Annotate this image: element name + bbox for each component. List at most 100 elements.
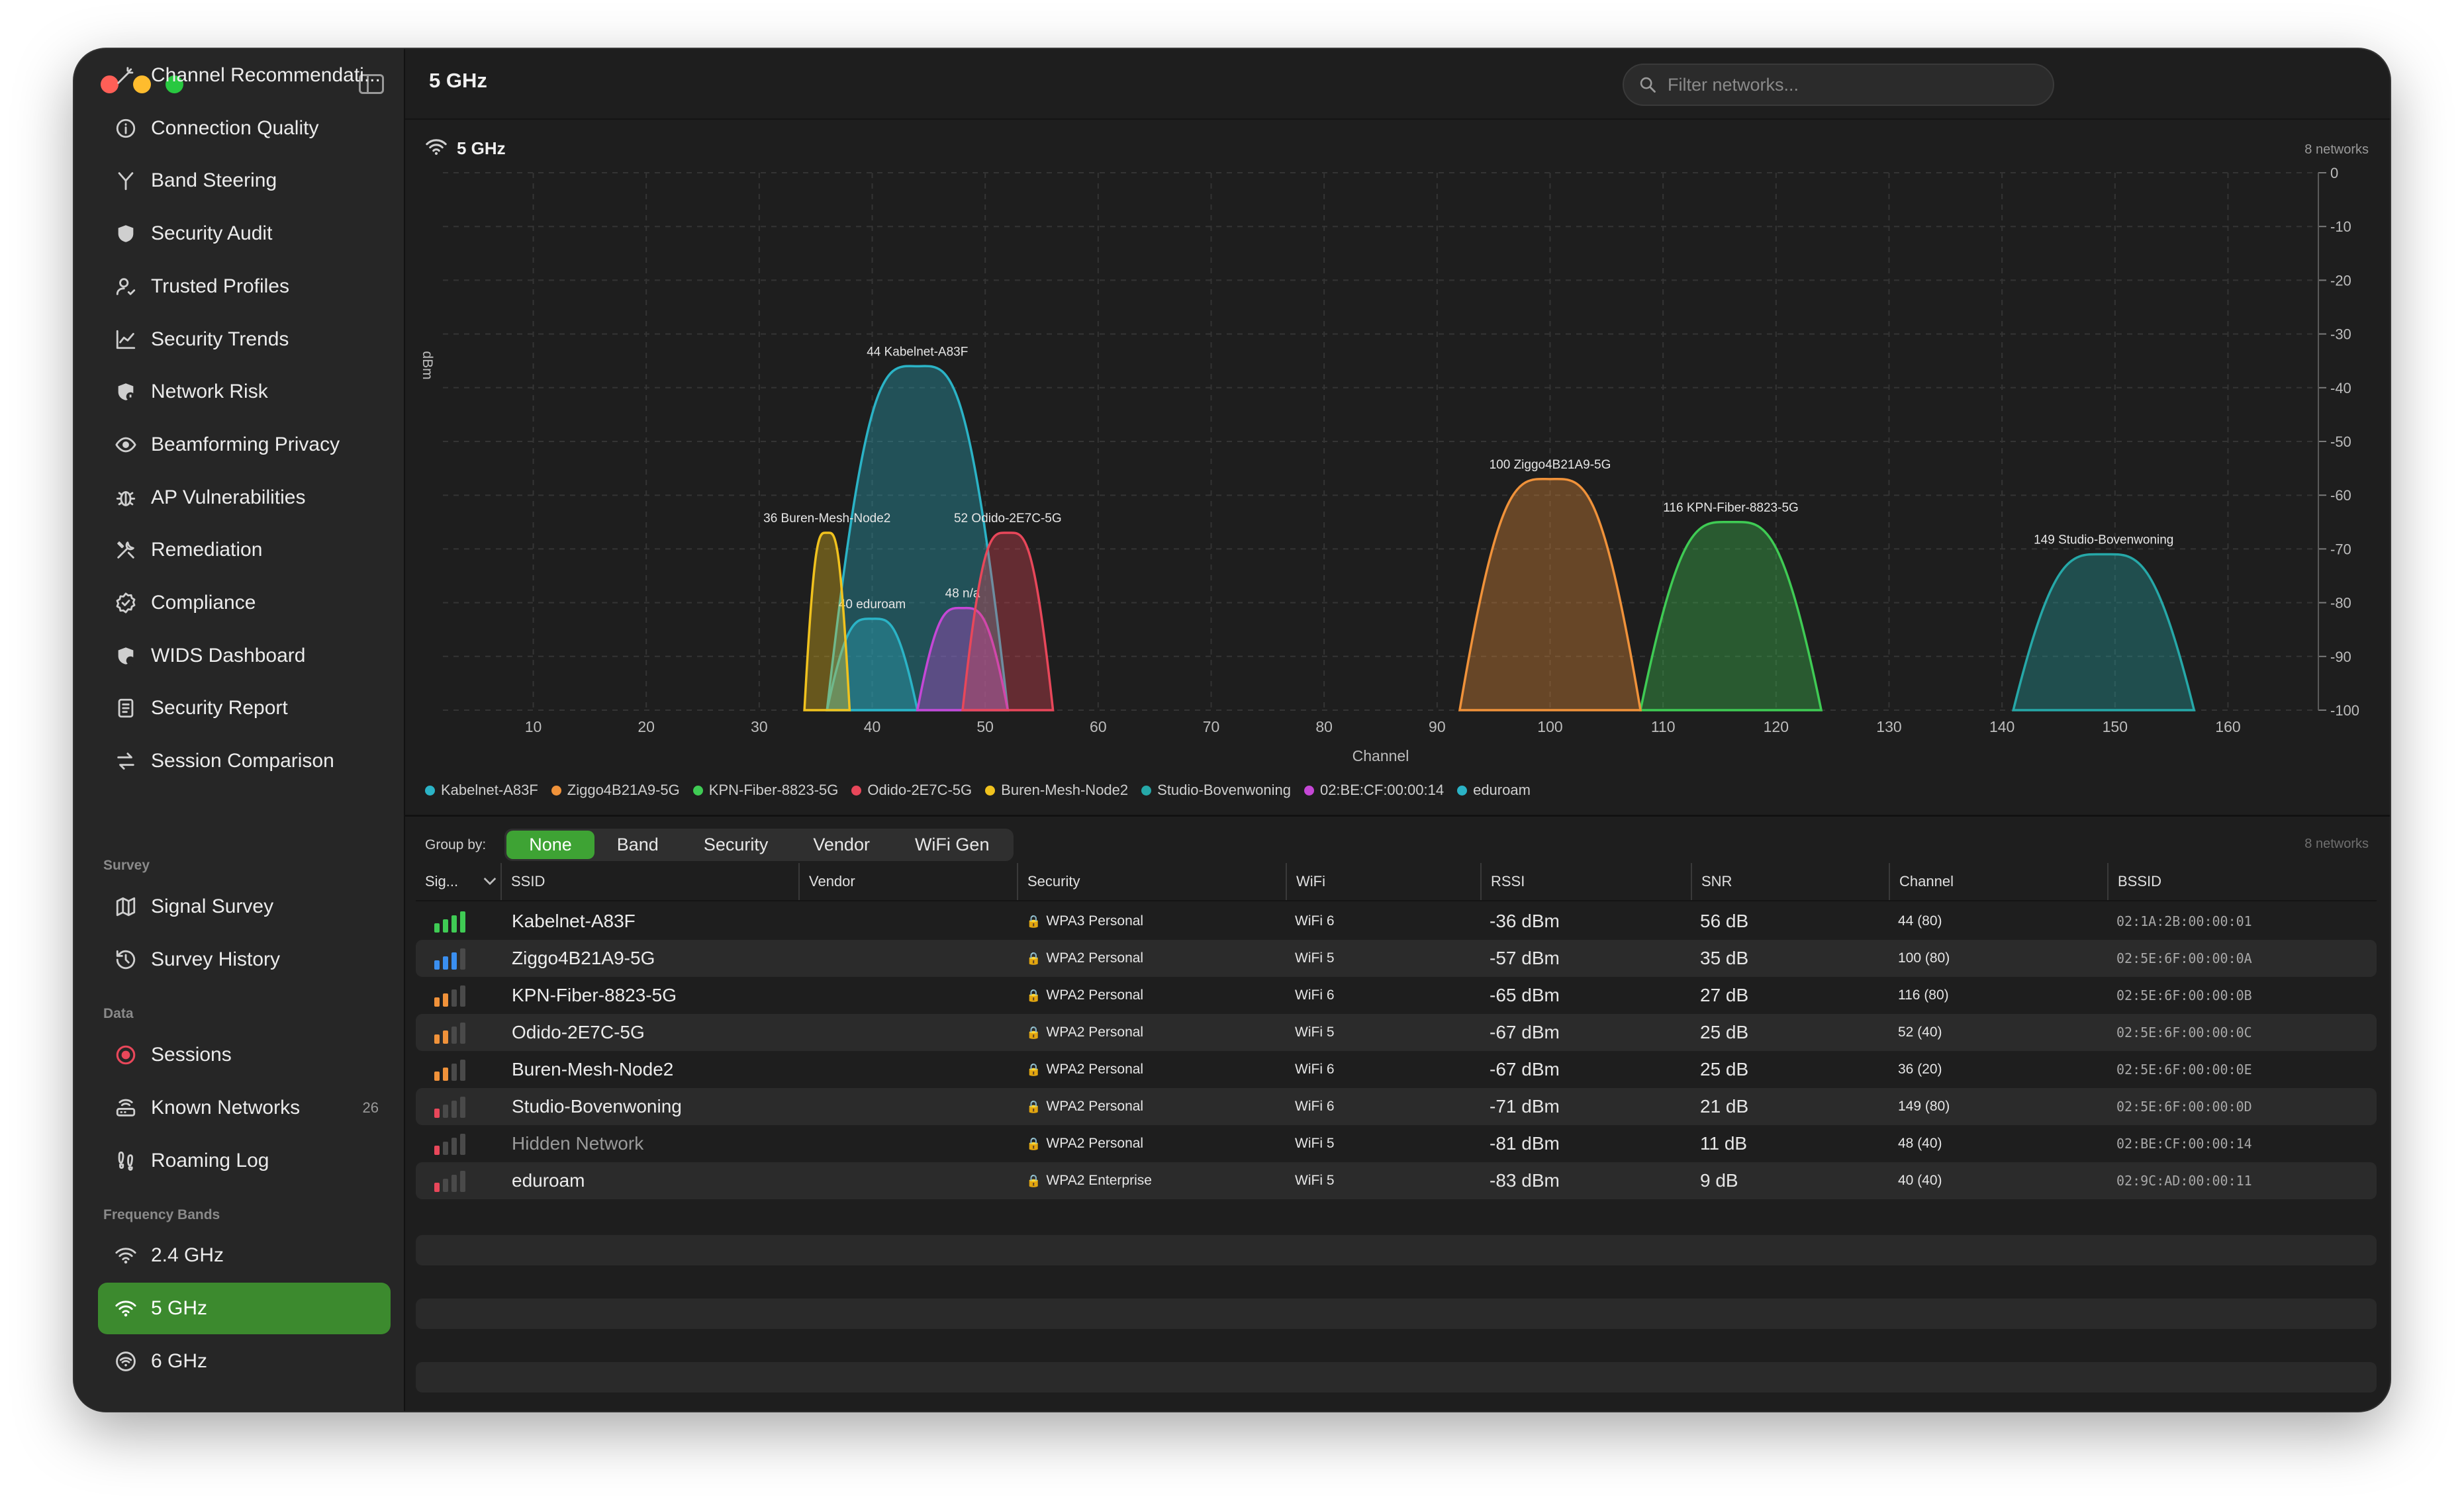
signal-curve-label: 52 Odido-2E7C-5G xyxy=(954,512,1062,526)
column-header-channel[interactable]: Channel xyxy=(1889,863,2107,900)
legend-item: 02:BE:CF:00:00:14 xyxy=(1303,782,1444,799)
lock-icon: 🔒 xyxy=(1026,1062,1041,1076)
sidebar-item-label: Roaming Log xyxy=(151,1150,269,1171)
legend-item: Odido-2E7C-5G xyxy=(851,782,972,799)
bssid-cell: 02:5E:6F:00:00:0C xyxy=(2116,1025,2252,1040)
group-by-vendor[interactable]: Vendor xyxy=(790,831,892,859)
trend-chart-icon xyxy=(116,330,136,349)
wifi-icon-wrap xyxy=(113,1295,139,1322)
column-header-ssid[interactable]: SSID xyxy=(500,863,798,900)
legend-swatch xyxy=(851,785,862,796)
y-tick-label: -40 xyxy=(2330,380,2351,396)
rssi-cell: -65 dBm xyxy=(1490,985,1560,1005)
security-cell: 🔒 WPA2 Personal xyxy=(1026,977,1143,1014)
x-tick-label: 100 xyxy=(1537,718,1562,735)
wifi-gen-cell: WiFi 6 xyxy=(1295,913,1335,929)
table-row[interactable]: Studio-Bovenwoning 🔒 WPA2 Personal WiFi 6 -7… xyxy=(416,1088,2377,1125)
report-icon-wrap xyxy=(113,695,139,721)
sidebar-item-security-report[interactable]: Security Report xyxy=(98,682,391,734)
shield-wifi-icon-wrap xyxy=(113,643,139,669)
sidebar-item-network-risk[interactable]: Network Risk xyxy=(98,366,391,418)
group-by-wifi-gen[interactable]: WiFi Gen xyxy=(892,831,1012,859)
group-by-band[interactable]: Band xyxy=(594,831,681,859)
rssi-cell: -83 dBm xyxy=(1490,1170,1560,1191)
snr-cell: 27 dB xyxy=(1700,985,1749,1005)
table-row[interactable]: KPN-Fiber-8823-5G 🔒 WPA2 Personal WiFi 6 -65… xyxy=(416,977,2377,1014)
group-by-security[interactable]: Security xyxy=(681,831,791,859)
column-header-vendor[interactable]: Vendor xyxy=(798,863,1017,900)
table-header: Sig... SSID Vendor Security WiFi RSSI SNR Chann… xyxy=(416,863,2377,901)
sidebar-item-sessions[interactable]: Sessions xyxy=(98,1029,391,1081)
table-row[interactable]: Buren-Mesh-Node2 🔒 WPA2 Personal WiFi 6 -67 … xyxy=(416,1051,2377,1088)
group-by-none[interactable]: None xyxy=(506,831,594,859)
legend-swatch xyxy=(1303,785,1314,796)
sidebar-item-2-4-ghz[interactable]: 2.4 GHz xyxy=(98,1230,391,1281)
group-by-segmented: None Band Security Vendor WiFi Gen xyxy=(504,829,1014,861)
bug-icon xyxy=(116,490,136,506)
wifi-icon-wrap xyxy=(113,1242,139,1269)
sidebar-item-compliance[interactable]: Compliance xyxy=(98,577,391,629)
window-title: 5 GHz xyxy=(429,69,487,92)
bssid-cell: 02:BE:CF:00:00:14 xyxy=(2116,1136,2252,1152)
trend-chart-icon-wrap xyxy=(113,326,139,353)
signal-strength-icon xyxy=(434,1058,465,1081)
footsteps-icon-wrap xyxy=(113,1148,139,1174)
legend-item: Studio-Bovenwoning xyxy=(1141,782,1291,799)
sidebar-item-security-audit[interactable]: Security Audit xyxy=(98,208,391,259)
column-header-snr[interactable]: SNR xyxy=(1691,863,1889,900)
sidebar-item-trusted-profiles[interactable]: Trusted Profiles xyxy=(98,261,391,312)
column-header-rssi[interactable]: RSSI xyxy=(1480,863,1691,900)
sidebar-item-band-steering[interactable]: Band Steering xyxy=(98,155,391,206)
channel-chart: 10 20 30 40 50 60 70 80 90 100 110 120 130 140 150 160 0… xyxy=(420,165,2359,764)
sidebar-item-survey-history[interactable]: Survey History xyxy=(98,934,391,985)
filter-field[interactable] xyxy=(1623,64,2054,106)
signal-curve-studio-bovenwoning[interactable] xyxy=(2011,553,2196,711)
sidebar-item-roaming-log[interactable]: Roaming Log xyxy=(98,1135,391,1187)
lock-icon: 🔒 xyxy=(1026,1099,1041,1113)
sidebar-item-known-networks[interactable]: Known Networks 26 xyxy=(98,1082,391,1134)
filter-input[interactable] xyxy=(1666,73,2040,96)
column-header-sig[interactable]: Sig... xyxy=(416,863,500,900)
column-header-wifi[interactable]: WiFi xyxy=(1286,863,1480,900)
legend-label: Kabelnet-A83F xyxy=(441,782,538,798)
table-row[interactable]: Hidden Network 🔒 WPA2 Personal WiFi 5 -81 dB… xyxy=(416,1125,2377,1162)
x-tick-label: 140 xyxy=(1989,718,2014,735)
sidebar-item-label: Trusted Profiles xyxy=(151,275,289,297)
column-header-bssid[interactable]: BSSID xyxy=(2107,863,2389,900)
x-tick-label: 50 xyxy=(976,718,994,735)
sidebar-item-6-ghz[interactable]: 6 GHz xyxy=(98,1336,391,1387)
sidebar-item-signal-survey[interactable]: Signal Survey xyxy=(98,881,391,933)
sidebar-item-connection-quality[interactable]: Connection Quality xyxy=(98,103,391,154)
signal-bar xyxy=(460,948,465,970)
channel-cell: 116 (80) xyxy=(1898,987,1949,1003)
chart-legend: Kabelnet-A83F Ziggo4B21A9-5G KPN-Fiber-882… xyxy=(425,782,1531,799)
signal-strength-icon xyxy=(434,1021,465,1044)
signal-curve-kpn-fiber-8823-5g[interactable] xyxy=(1638,520,1823,711)
table-row[interactable]: Ziggo4B21A9-5G 🔒 WPA2 Personal WiFi 5 -57 dB… xyxy=(416,940,2377,977)
channel-cell: 100 (80) xyxy=(1898,950,1950,966)
sidebar-item-beamforming-privacy[interactable]: Beamforming Privacy xyxy=(98,419,391,471)
legend-label: Ziggo4B21A9-5G xyxy=(567,782,680,798)
column-header-label: SNR xyxy=(1701,873,1732,890)
signal-curve-buren-mesh-node2[interactable] xyxy=(803,531,851,711)
sidebar-item-session-comparison[interactable]: Session Comparison xyxy=(98,735,391,787)
empty-row xyxy=(416,1362,2377,1393)
ssid-cell: Buren-Mesh-Node2 xyxy=(512,1059,674,1079)
table-row[interactable]: eduroam 🔒 WPA2 Enterprise WiFi 5 -83 dBm 9 dB… xyxy=(416,1162,2377,1199)
wifi-icon xyxy=(115,1301,136,1317)
lock-icon: 🔒 xyxy=(1026,1025,1041,1039)
table-row[interactable]: Odido-2E7C-5G 🔒 WPA2 Personal WiFi 5 -67 dBm… xyxy=(416,1014,2377,1051)
sidebar-item-5-ghz[interactable]: 5 GHz xyxy=(98,1283,391,1334)
sidebar-item-ap-vulnerabilities[interactable]: AP Vulnerabilities xyxy=(98,472,391,524)
bssid-cell: 02:5E:6F:00:00:0D xyxy=(2116,1099,2252,1115)
sidebar-item-channel-recommendati[interactable]: Channel Recommendati... xyxy=(98,50,391,101)
sidebar-item-remediation[interactable]: Remediation xyxy=(98,524,391,576)
sidebar-item-security-trends[interactable]: Security Trends xyxy=(98,314,391,365)
signal-curve-ziggo4b21a9-5g[interactable] xyxy=(1458,477,1642,711)
info-icon xyxy=(116,118,136,138)
column-header-security[interactable]: Security xyxy=(1017,863,1286,900)
table-row[interactable]: Kabelnet-A83F 🔒 WPA3 Personal WiFi 6 -36 dBm… xyxy=(416,903,2377,940)
sidebar-item-wids-dashboard[interactable]: WIDS Dashboard xyxy=(98,630,391,682)
x-tick-label: 90 xyxy=(1429,718,1446,735)
shield-icon-wrap xyxy=(113,220,139,247)
